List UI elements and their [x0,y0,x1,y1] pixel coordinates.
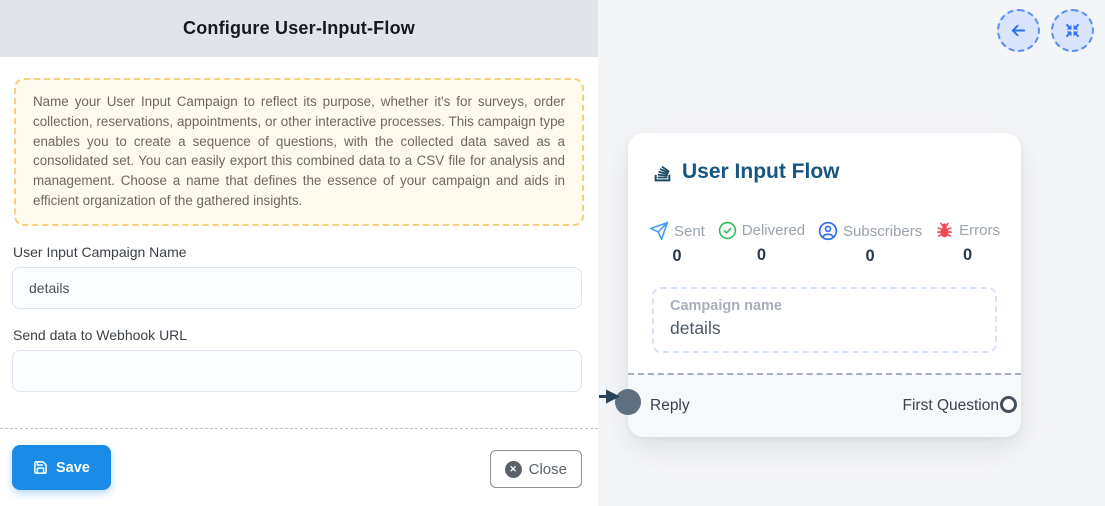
save-icon [33,460,48,475]
stat-errors-value: 0 [963,246,972,265]
close-button[interactable]: ✕ Close [490,450,582,488]
first-question-label: First Question [903,397,999,415]
stat-delivered-label: Delivered [742,222,805,239]
check-circle-icon [718,221,737,240]
webhook-url-label: Send data to Webhook URL [13,327,586,343]
bug-icon [935,221,954,240]
campaign-name-display-label: Campaign name [670,298,979,314]
canvas-toolbar [997,9,1094,52]
campaign-name-input[interactable] [12,267,582,309]
close-icon: ✕ [505,461,522,478]
webhook-url-input[interactable] [12,350,582,392]
stat-delivered: Delivered 0 [718,221,805,266]
close-button-label: Close [529,461,567,478]
stat-errors: Errors 0 [935,221,1000,266]
stat-subscribers-value: 0 [866,247,875,266]
flow-canvas[interactable]: User Input Flow Sent 0 [598,0,1105,506]
user-input-flow-builder: Configure User-Input-Flow Name your User… [0,0,1105,506]
first-question-output-handle[interactable] [1000,396,1017,413]
campaign-name-display[interactable]: Campaign name details [652,287,997,353]
save-button[interactable]: Save [12,445,111,490]
back-button[interactable] [997,9,1040,52]
stat-sent-value: 0 [672,247,681,266]
save-button-label: Save [56,460,90,476]
node-title: User Input Flow [682,160,840,184]
user-input-flow-node[interactable]: User Input Flow Sent 0 [628,133,1021,437]
stat-delivered-value: 0 [757,246,766,265]
stat-subscribers-label: Subscribers [843,223,922,240]
paper-plane-icon [649,221,669,241]
page-title: Configure User-Input-Flow [183,18,415,39]
stat-sent-label: Sent [674,223,705,240]
campaign-name-display-value: details [670,318,979,339]
info-text: Name your User Input Campaign to reflect… [33,92,565,211]
configure-panel: Configure User-Input-Flow Name your User… [0,0,598,506]
stacked-flow-icon [652,162,673,183]
stat-subscribers: Subscribers 0 [818,221,922,266]
node-title-row: User Input Flow [628,133,1021,184]
panel-header: Configure User-Input-Flow [0,0,598,57]
arrow-left-icon [1009,21,1028,40]
info-callout: Name your User Input Campaign to reflect… [14,78,584,226]
fit-view-button[interactable] [1051,9,1094,52]
stat-errors-label: Errors [959,222,1000,239]
compress-arrows-icon [1063,21,1082,40]
campaign-name-label: User Input Campaign Name [13,244,586,260]
reply-label: Reply [650,397,690,415]
panel-footer: Save ✕ Close [0,428,598,506]
reply-input-handle[interactable] [615,389,641,415]
user-circle-icon [818,221,838,241]
stats-row: Sent 0 Delivered 0 [628,221,1021,266]
node-footer: Reply First Question [628,373,1021,437]
stat-sent: Sent 0 [649,221,705,266]
